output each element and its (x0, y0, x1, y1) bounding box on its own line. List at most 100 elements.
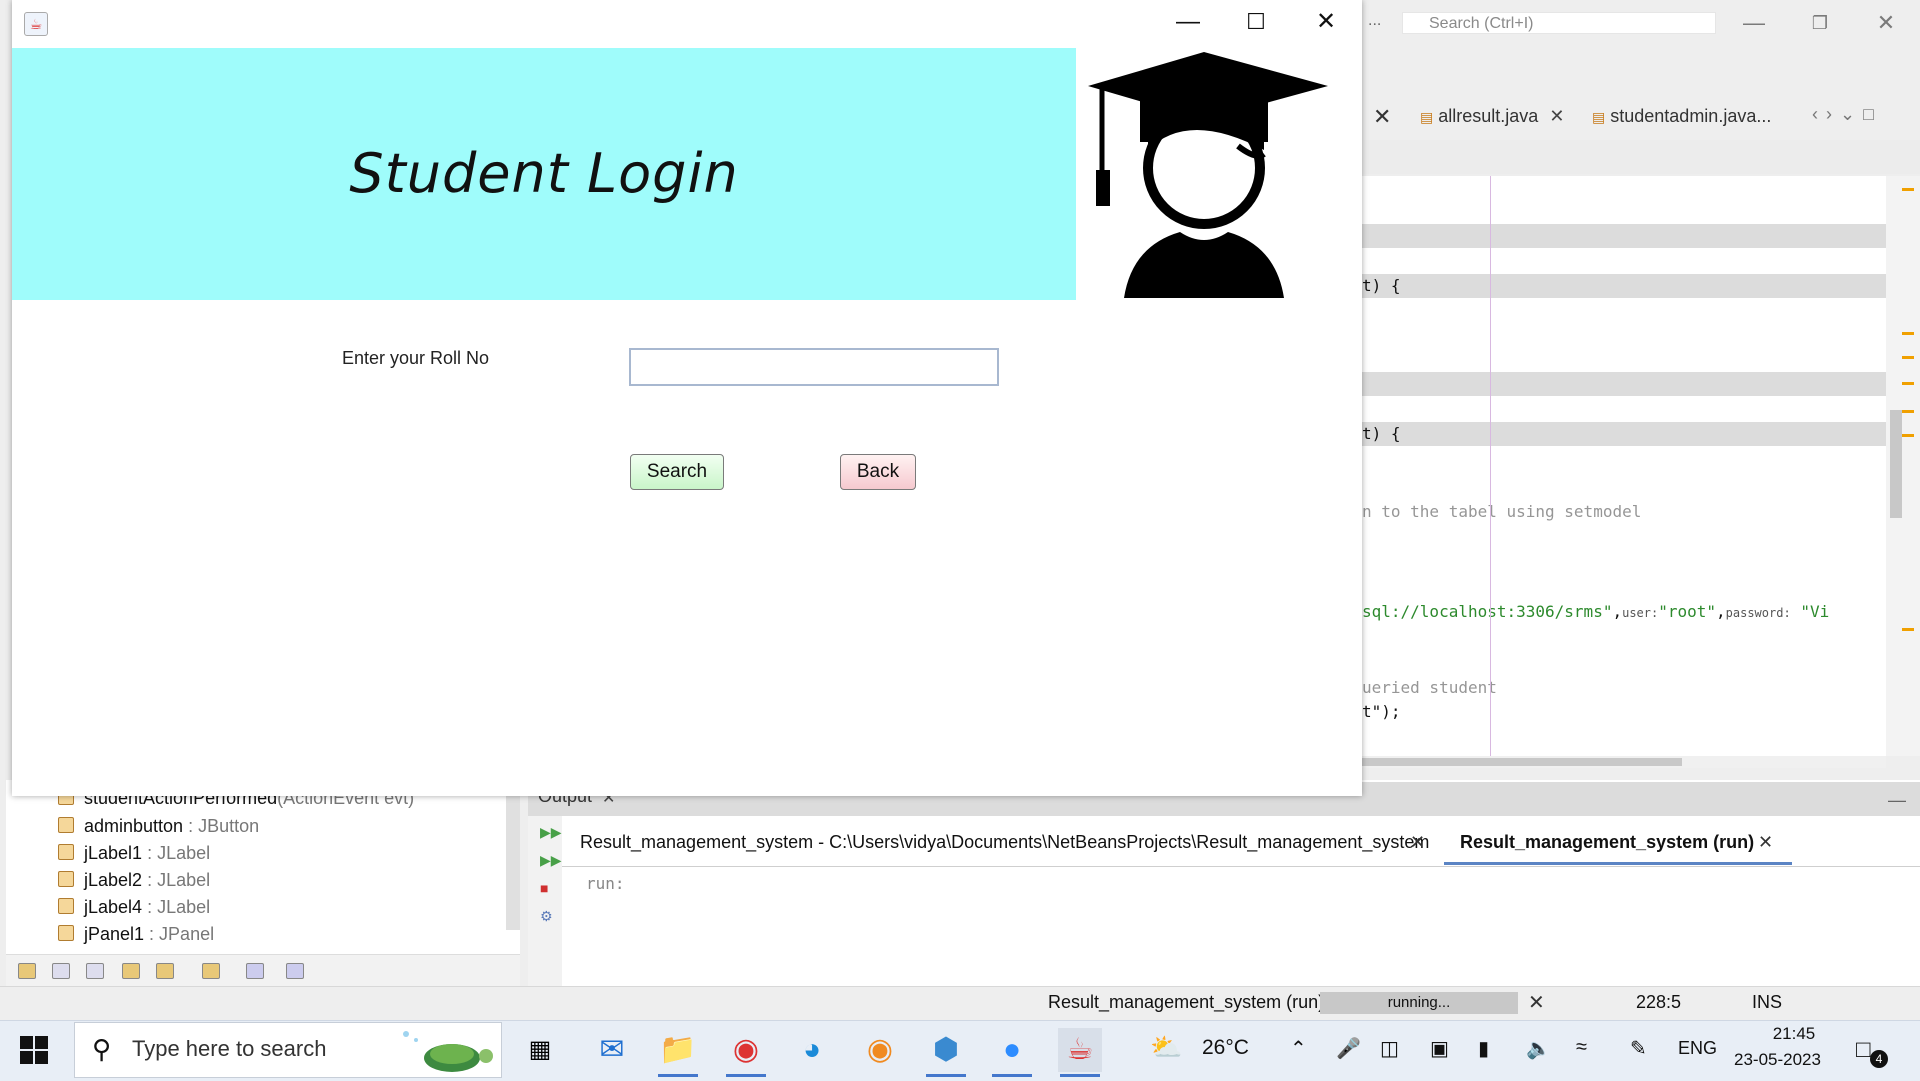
ide-minimize-button[interactable]: — (1730, 6, 1778, 40)
back-button[interactable]: Back (840, 454, 916, 490)
brave-icon[interactable]: ◉ (858, 1028, 902, 1072)
close-tab-icon[interactable]: ✕ (1373, 104, 1391, 130)
running-indicator (926, 1074, 966, 1077)
close-tab-icon[interactable]: ✕ (1758, 832, 1773, 853)
progress-bar[interactable]: running... (1320, 992, 1518, 1014)
code-string: "root" (1658, 602, 1717, 621)
inherited-icon[interactable] (156, 963, 174, 979)
running-indicator (992, 1074, 1032, 1077)
navigator-scrollbar[interactable] (506, 780, 520, 930)
fields-icon[interactable] (52, 963, 70, 979)
filter-icon[interactable] (18, 963, 36, 979)
java-app-icon[interactable]: ☕ (1058, 1028, 1102, 1072)
edge-icon[interactable]: ◕ (790, 1028, 834, 1072)
tab-navigation-arrows[interactable]: ‹›⌄□ (1812, 104, 1882, 125)
cancel-task-icon[interactable]: ✕ (1528, 990, 1545, 1015)
task-view-icon[interactable]: ▦ (518, 1028, 562, 1072)
rerun-icon[interactable]: ▶▶ (540, 824, 562, 841)
running-indicator (726, 1074, 766, 1077)
screen-icon[interactable]: ◫ (1380, 1036, 1399, 1061)
more-icon[interactable]: ... (1368, 12, 1381, 30)
temperature[interactable]: 26°C (1202, 1036, 1249, 1060)
navigator-toolbar (6, 954, 520, 989)
field-icon (58, 898, 74, 914)
clock-time[interactable]: 21:45 (1762, 1024, 1826, 1044)
editor-scrollbar[interactable] (1890, 410, 1902, 518)
nav-item-type: : JPanel (144, 924, 215, 944)
output-tab-build[interactable]: Result_management_system - C:\Users\vidy… (580, 832, 1429, 853)
marker[interactable] (1902, 188, 1914, 191)
search-highlight-turtle-icon (403, 1031, 493, 1072)
java-file-icon: ▤ (1420, 109, 1434, 125)
mail-icon[interactable]: ✉ (590, 1028, 634, 1072)
param-hint: user: (1622, 606, 1659, 620)
zoom-icon[interactable]: ● (990, 1028, 1034, 1072)
tree-icon[interactable] (202, 963, 220, 979)
camera-icon[interactable]: ▣ (1430, 1036, 1449, 1061)
code-line: t"); (1362, 702, 1401, 721)
windows-start-icon[interactable] (20, 1036, 48, 1064)
navigator-item[interactable]: jLabel1 : JLabel (58, 843, 210, 864)
navigator-item[interactable]: adminbutton : JButton (58, 816, 259, 837)
navigator-item[interactable]: jPanel1 : JPanel (58, 924, 214, 945)
code-editor[interactable]: t) { t) { n to the tabel using setmodel … (1362, 176, 1886, 756)
nav-item-name: jLabel1 (84, 843, 143, 863)
maximize-button[interactable]: ☐ (1226, 4, 1286, 40)
editor-hscrollbar[interactable] (1362, 758, 1682, 766)
pen-icon[interactable]: ✎ (1630, 1036, 1647, 1061)
navigator-item[interactable]: jLabel4 : JLabel (58, 897, 210, 918)
ide-restore-button[interactable]: ❐ (1796, 6, 1844, 40)
marker[interactable] (1902, 382, 1914, 385)
highlighted-line (1362, 372, 1886, 396)
wifi-icon[interactable]: ≈ (1576, 1036, 1587, 1059)
ide-search-field[interactable]: Search (Ctrl+I) (1402, 12, 1716, 34)
running-indicator (658, 1074, 698, 1077)
highlighted-line (1362, 422, 1886, 446)
settings-icon[interactable]: ⚙ (540, 908, 553, 925)
close-button[interactable]: ✕ (1296, 4, 1356, 40)
code-line: sql://localhost:3306/srms",user:"root",p… (1362, 602, 1830, 621)
minimize-icon[interactable]: — (1888, 790, 1906, 811)
nav-item-name: adminbutton (84, 816, 184, 836)
tab-allresult[interactable]: ▤ allresult.java ✕ (1420, 96, 1564, 136)
nav-item-name: jPanel1 (84, 924, 145, 944)
lock-icon[interactable] (122, 963, 140, 979)
navigator-item[interactable]: jLabel2 : JLabel (58, 870, 210, 891)
field-icon (58, 925, 74, 941)
static-icon[interactable] (86, 963, 104, 979)
weather-icon[interactable]: ⛅ (1150, 1032, 1182, 1063)
chevron-up-icon[interactable]: ⌃ (1290, 1036, 1307, 1061)
status-task-name[interactable]: Result_management_system (run) (1048, 992, 1324, 1013)
sort-source-icon[interactable] (286, 963, 304, 979)
code-string: sql://localhost:3306/srms" (1362, 602, 1613, 621)
close-tab-icon[interactable]: ✕ (1410, 832, 1425, 853)
battery-icon[interactable]: ▮ (1478, 1036, 1489, 1061)
ide-close-button[interactable]: ✕ (1862, 6, 1910, 40)
chrome-icon[interactable]: ◉ (724, 1028, 768, 1072)
netbeans-icon[interactable]: ⬢ (924, 1028, 968, 1072)
java-app-icon[interactable]: ☕ (24, 12, 48, 36)
tab-studentadmin[interactable]: ▤ studentadmin.java... (1592, 96, 1771, 136)
marker[interactable] (1902, 434, 1914, 437)
roll-number-input[interactable] (629, 348, 999, 386)
highlighted-line (1362, 224, 1886, 248)
search-button[interactable]: Search (630, 454, 724, 490)
param-hint: password: (1725, 606, 1791, 620)
marker[interactable] (1902, 410, 1914, 413)
notification-icon[interactable]: □ (1856, 1036, 1871, 1064)
file-explorer-icon[interactable]: 📁 (656, 1028, 700, 1072)
microphone-icon[interactable]: 🎤 (1336, 1036, 1361, 1061)
volume-icon[interactable]: 🔈 (1526, 1036, 1551, 1061)
close-tab-icon[interactable]: ✕ (1549, 106, 1564, 126)
sort-name-icon[interactable] (246, 963, 264, 979)
marker[interactable] (1902, 628, 1914, 631)
insert-mode[interactable]: INS (1752, 992, 1782, 1013)
language-indicator[interactable]: ENG (1678, 1038, 1717, 1059)
marker[interactable] (1902, 356, 1914, 359)
minimize-button[interactable]: — (1158, 4, 1218, 40)
output-tab-run[interactable]: Result_management_system (run) (1460, 832, 1754, 853)
rerun-with-params-icon[interactable]: ▶▶ (540, 852, 562, 869)
marker[interactable] (1902, 332, 1914, 335)
stop-icon[interactable]: ■ (540, 880, 548, 896)
clock-date[interactable]: 23-05-2023 (1734, 1050, 1821, 1070)
